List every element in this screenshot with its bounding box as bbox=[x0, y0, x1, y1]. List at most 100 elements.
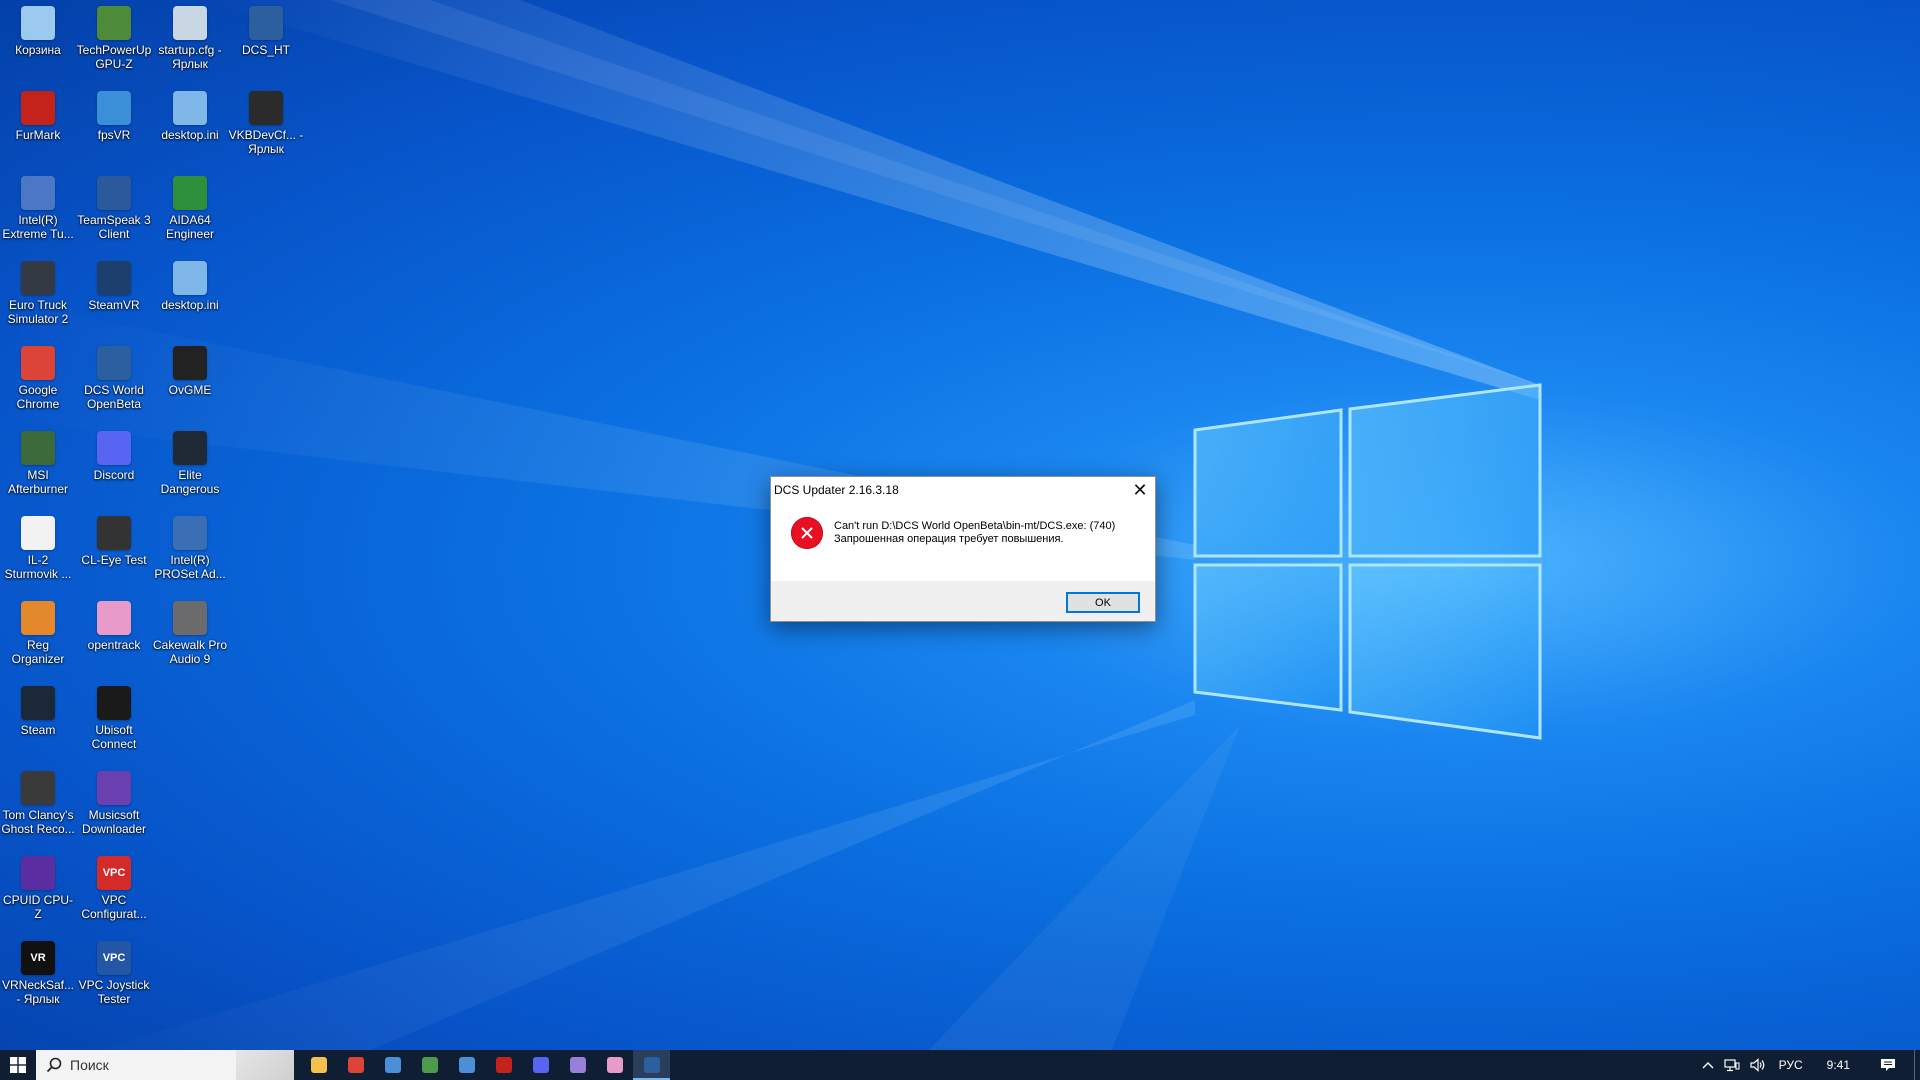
dialog-titlebar[interactable]: DCS Updater 2.16.3.18 ✕ bbox=[771, 477, 1155, 503]
desktop-icon-cakewalk[interactable]: Cakewalk Pro Audio 9 bbox=[152, 595, 228, 675]
close-icon[interactable]: ✕ bbox=[1125, 477, 1155, 503]
ubisoft-icon bbox=[97, 686, 131, 720]
desktop-icon-teamspeak[interactable]: TeamSpeak 3 Client bbox=[76, 170, 152, 250]
ets2-icon bbox=[21, 261, 55, 295]
desktop-icon-label: Корзина bbox=[15, 43, 61, 57]
volume-icon[interactable] bbox=[1745, 1050, 1771, 1080]
desktop-icon-ets2[interactable]: Euro Truck Simulator 2 bbox=[0, 255, 76, 335]
desktop-icon-elite[interactable]: Elite Dangerous bbox=[152, 425, 228, 505]
taskbar-app-opentrack[interactable] bbox=[596, 1050, 633, 1080]
desktop-icon-label: Tom Clancy's Ghost Reco... bbox=[1, 808, 75, 836]
aida64-icon bbox=[173, 176, 207, 210]
desktop-icon-label: startup.cfg - Ярлык bbox=[158, 43, 222, 71]
reg-organizer-icon bbox=[21, 601, 55, 635]
desktop-icon-afterburner[interactable]: MSI Afterburner bbox=[0, 425, 76, 505]
desktop-icon-vpc[interactable]: VPC VPC Configurat... bbox=[76, 850, 152, 930]
desktop-icon-aida64[interactable]: AIDA64 Engineer bbox=[152, 170, 228, 250]
elite-icon bbox=[173, 431, 207, 465]
desktop-icon-discord[interactable]: Discord bbox=[76, 425, 152, 505]
desktop-icon-reg-organizer[interactable]: Reg Organizer bbox=[0, 595, 76, 675]
chrome-icon bbox=[347, 1057, 364, 1073]
desktop-icon-label: VRNeckSaf... - Ярлык bbox=[1, 978, 75, 1006]
desktop-icon-label: CPUID CPU-Z bbox=[2, 893, 73, 921]
network-icon[interactable] bbox=[1719, 1050, 1745, 1080]
windows-logo-icon bbox=[10, 1057, 26, 1073]
taskbar-app-chrome[interactable] bbox=[337, 1050, 374, 1080]
desktop-icon-ovgme[interactable]: OvGME bbox=[152, 340, 228, 420]
desktop-icon-ini-file[interactable]: desktop.ini bbox=[152, 85, 228, 165]
desktop-icon-label: desktop.ini bbox=[161, 128, 219, 142]
desktop-icon-label: DCS World OpenBeta bbox=[84, 383, 144, 411]
desktop-icon-intel-xtu[interactable]: Intel(R) Extreme Tu... bbox=[0, 170, 76, 250]
desktop-icon-steamvr[interactable]: SteamVR bbox=[76, 255, 152, 335]
fpsvr-icon bbox=[97, 91, 131, 125]
taskbar-app-steamvr[interactable] bbox=[448, 1050, 485, 1080]
ini-file-icon bbox=[173, 261, 207, 295]
desktop-icon-ini-file[interactable]: desktop.ini bbox=[152, 255, 228, 335]
start-button[interactable] bbox=[0, 1050, 36, 1080]
desktop-icon-label: Ubisoft Connect bbox=[91, 723, 137, 751]
desktop-icon-recycle-bin[interactable]: Корзина bbox=[0, 0, 76, 80]
desktop-icon-joystick[interactable]: VKBDevCf... - Ярлык bbox=[228, 85, 304, 165]
show-desktop-button[interactable] bbox=[1914, 1050, 1920, 1080]
desktop-icon-file[interactable]: IL-2 Sturmovik ... bbox=[0, 510, 76, 590]
desktop-icon-vrnecksafer[interactable]: VR VRNeckSaf... - Ярлык bbox=[0, 935, 76, 1015]
cfg-file-icon bbox=[173, 6, 207, 40]
desktop-icon-dcs[interactable]: DCS World OpenBeta bbox=[76, 340, 152, 420]
file-explorer-icon bbox=[310, 1057, 327, 1073]
steam-icon bbox=[21, 686, 55, 720]
desktop-icon-chrome[interactable]: Google Chrome bbox=[0, 340, 76, 420]
desktop-icon-ubisoft[interactable]: Ubisoft Connect bbox=[76, 680, 152, 760]
error-icon bbox=[791, 517, 823, 549]
desktop-icon-label: AIDA64 Engineer bbox=[165, 213, 215, 241]
desktop-icon-label: SteamVR bbox=[88, 298, 140, 312]
desktop-icon-label: fpsVR bbox=[97, 128, 131, 142]
desktop-icon-network-adapter[interactable]: Intel(R) PROSet Ad... bbox=[152, 510, 228, 590]
taskbar-app-discord[interactable] bbox=[522, 1050, 559, 1080]
dcs-icon bbox=[249, 6, 283, 40]
discord-icon bbox=[97, 431, 131, 465]
desktop-icon-steam[interactable]: Steam bbox=[0, 680, 76, 760]
musicsoft-icon bbox=[97, 771, 131, 805]
desktop-icon-camera[interactable]: CL-Eye Test bbox=[76, 510, 152, 590]
desktop-icon-label: Euro Truck Simulator 2 bbox=[7, 298, 69, 326]
taskbar-app-dcs[interactable] bbox=[633, 1050, 670, 1080]
vrnecksafer-icon: VR bbox=[21, 941, 55, 975]
system-tray: РУС 9:41 bbox=[1697, 1050, 1920, 1080]
opentrack-icon bbox=[606, 1057, 623, 1073]
desktop-icon-label: desktop.ini bbox=[161, 298, 219, 312]
dcs-icon bbox=[97, 346, 131, 380]
desktop-icon-ghost-recon[interactable]: Tom Clancy's Ghost Reco... bbox=[0, 765, 76, 845]
afterburner-icon bbox=[21, 431, 55, 465]
chevron-up-icon[interactable] bbox=[1697, 1050, 1719, 1080]
camera-icon bbox=[97, 516, 131, 550]
desktop-icon-label: Steam bbox=[20, 723, 56, 737]
desktop-icon-musicsoft[interactable]: Musicsoft Downloader bbox=[76, 765, 152, 845]
desktop-icon-cpu-z[interactable]: CPUID CPU-Z bbox=[0, 850, 76, 930]
desktop-icon-vpc-tester[interactable]: VPC VPC Joystick Tester bbox=[76, 935, 152, 1015]
clock[interactable]: 9:41 bbox=[1811, 1050, 1866, 1080]
taskbar-app-app-green[interactable] bbox=[411, 1050, 448, 1080]
search-placeholder: Поиск bbox=[70, 1057, 109, 1073]
steamvr-icon bbox=[458, 1057, 475, 1073]
taskbar-app-furmark[interactable] bbox=[485, 1050, 522, 1080]
taskbar-app-app-window[interactable] bbox=[374, 1050, 411, 1080]
vpc-icon: VPC bbox=[97, 856, 131, 890]
desktop-icon-fpsvr[interactable]: fpsVR bbox=[76, 85, 152, 165]
taskbar-app-app-purple[interactable] bbox=[559, 1050, 596, 1080]
taskbar-app-file-explorer[interactable] bbox=[300, 1050, 337, 1080]
desktop-icon-dcs[interactable]: DCS_HT bbox=[228, 0, 304, 80]
desktop-icon-cfg-file[interactable]: startup.cfg - Ярлык bbox=[152, 0, 228, 80]
desktop-icon-furmark[interactable]: FurMark bbox=[0, 85, 76, 165]
dialog-footer: OK bbox=[771, 581, 1155, 621]
network-adapter-icon bbox=[173, 516, 207, 550]
desktop-icon-label: OvGME bbox=[168, 383, 212, 397]
joystick-icon bbox=[249, 91, 283, 125]
taskbar-search[interactable]: Поиск bbox=[36, 1050, 294, 1080]
desktop-icon-gpu-z[interactable]: TechPowerUp GPU-Z bbox=[76, 0, 152, 80]
ok-button[interactable]: OK bbox=[1066, 592, 1140, 613]
desktop-icon-opentrack[interactable]: opentrack bbox=[76, 595, 152, 675]
desktop-icon-label: opentrack bbox=[87, 638, 141, 652]
notification-icon[interactable] bbox=[1866, 1050, 1910, 1080]
language-indicator[interactable]: РУС bbox=[1771, 1050, 1811, 1080]
